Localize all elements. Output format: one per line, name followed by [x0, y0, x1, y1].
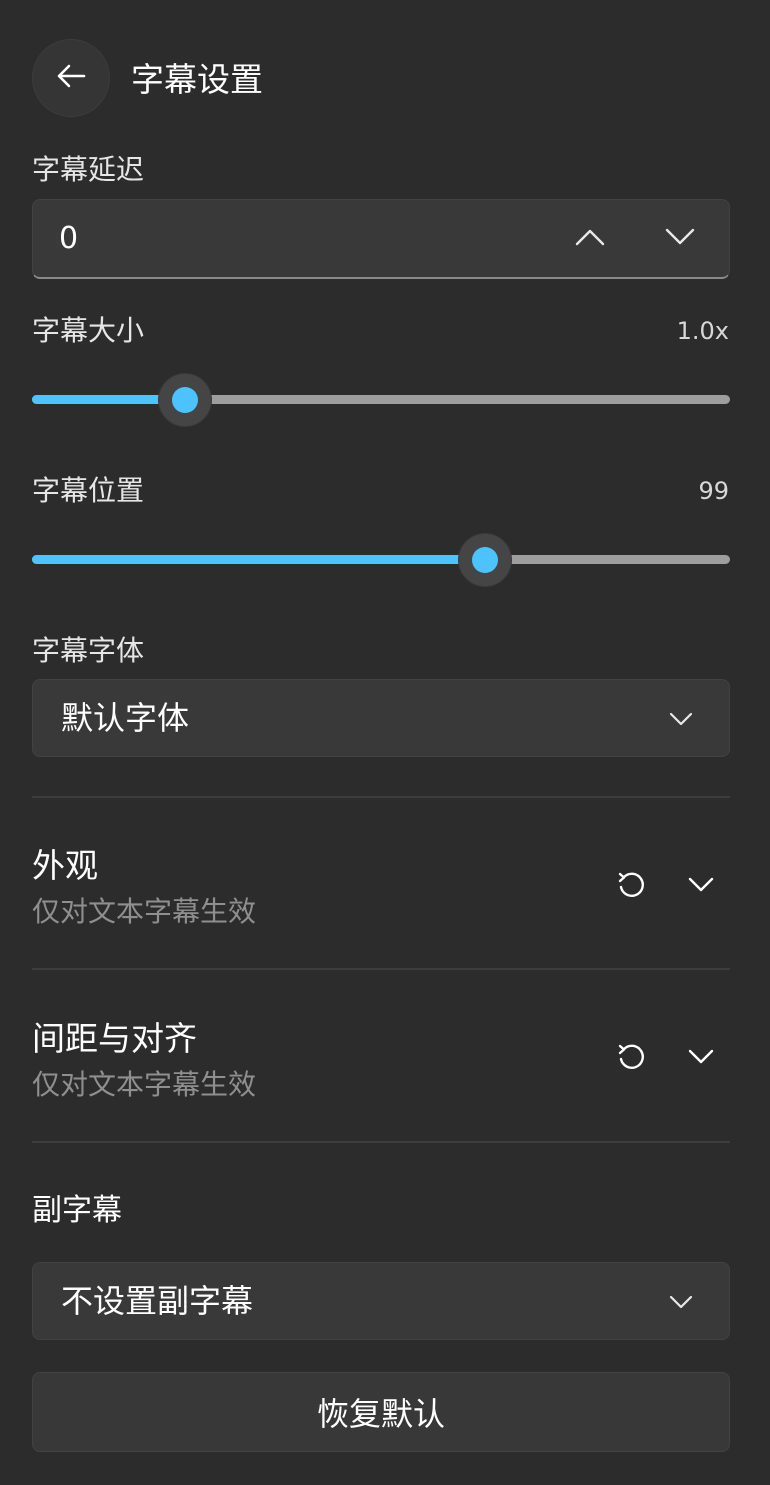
chevron-down-icon	[661, 1287, 701, 1317]
secondary-subtitle-select[interactable]: 不设置副字幕	[32, 1262, 730, 1340]
spacing-alignment-reset-button[interactable]	[608, 1036, 654, 1082]
chevron-down-icon	[661, 704, 701, 734]
appearance-subtitle: 仅对文本字幕生效	[32, 895, 257, 928]
restore-defaults-button[interactable]: 恢复默认	[32, 1372, 730, 1452]
subtitle-size-label: 字幕大小	[32, 314, 145, 347]
appearance-reset-button[interactable]	[608, 864, 654, 910]
spacing-alignment-subtitle: 仅对文本字幕生效	[32, 1068, 257, 1101]
page-title: 字幕设置	[131, 60, 263, 99]
spacing-alignment-expand-button[interactable]	[678, 1036, 724, 1082]
chevron-down-icon	[688, 1049, 714, 1069]
secondary-subtitle-label: 副字幕	[32, 1193, 122, 1228]
chevron-up-icon	[575, 228, 605, 250]
subtitle-size-slider[interactable]	[32, 370, 730, 430]
increase-delay-button[interactable]	[563, 212, 617, 266]
subtitle-delay-label: 字幕延迟	[32, 153, 145, 186]
slider-thumb[interactable]	[458, 533, 512, 587]
divider	[32, 1141, 730, 1143]
divider	[32, 796, 730, 798]
undo-icon	[616, 1042, 646, 1076]
subtitle-font-selected: 默认字体	[61, 699, 190, 737]
subtitle-delay-stepper[interactable]: 0	[32, 199, 730, 279]
appearance-expand-button[interactable]	[678, 864, 724, 910]
arrow-left-icon	[54, 59, 88, 97]
subtitle-font-select[interactable]: 默认字体	[32, 679, 730, 757]
subtitle-position-slider[interactable]	[32, 530, 730, 590]
divider	[32, 968, 730, 970]
subtitle-delay-value[interactable]: 0	[59, 220, 78, 258]
undo-icon	[616, 870, 646, 904]
decrease-delay-button[interactable]	[653, 212, 707, 266]
chevron-down-icon	[688, 877, 714, 897]
spacing-alignment-title[interactable]: 间距与对齐	[32, 1018, 197, 1060]
secondary-subtitle-selected: 不设置副字幕	[61, 1282, 254, 1320]
appearance-title[interactable]: 外观	[32, 845, 98, 887]
chevron-down-icon	[665, 228, 695, 250]
subtitle-position-value: 99	[698, 477, 729, 505]
subtitle-position-label: 字幕位置	[32, 474, 145, 507]
subtitle-size-value: 1.0x	[676, 317, 729, 345]
subtitle-settings-panel: 字幕设置 字幕延迟 0 字幕大小 1.0x 字幕位置 99 字幕字体 默认字体 …	[0, 0, 770, 1485]
back-button[interactable]	[32, 39, 110, 117]
subtitle-font-label: 字幕字体	[32, 634, 145, 667]
slider-thumb[interactable]	[157, 373, 212, 427]
slider-fill	[32, 555, 485, 564]
